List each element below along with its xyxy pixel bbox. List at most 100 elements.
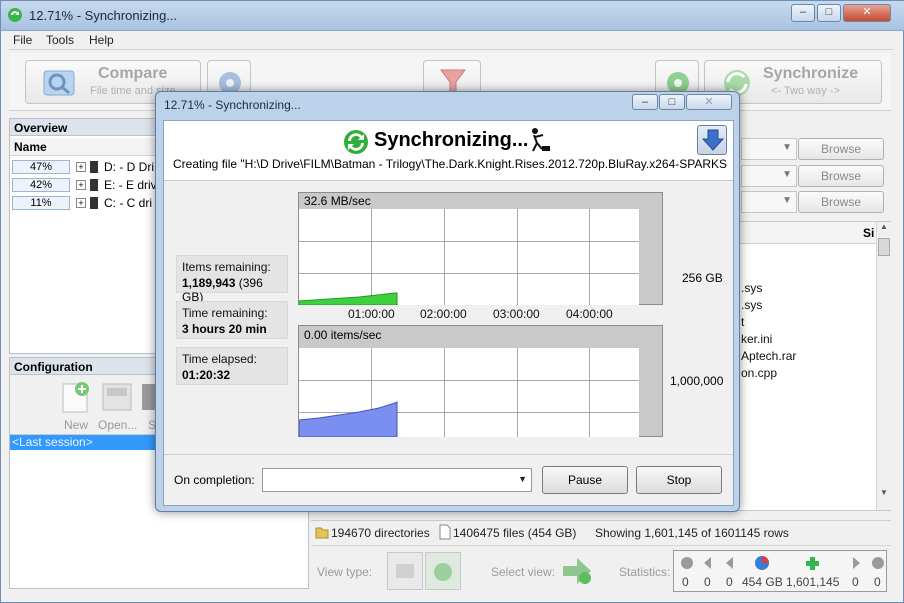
new-config-button[interactable]: New	[56, 380, 94, 432]
scroll-down-icon[interactable]: ▼	[877, 488, 891, 502]
menu-help[interactable]: Help	[89, 33, 114, 47]
file-icon	[439, 524, 451, 540]
expand-icon[interactable]: +	[76, 162, 86, 172]
file-row[interactable]: ker.ini	[741, 332, 772, 346]
drive-percent: 11%	[12, 196, 70, 210]
items-remaining-label: Items remaining:	[182, 260, 271, 274]
file-row[interactable]: .sys	[741, 281, 762, 295]
stat-create-right: 0	[874, 575, 881, 589]
drive-icon	[90, 161, 98, 173]
grid-header: Si	[735, 222, 876, 244]
drive-label: E: - E driv	[104, 178, 157, 192]
time-elapsed-box: Time elapsed: 01:20:32	[176, 347, 288, 385]
time-tick: 03:00:00	[493, 307, 540, 321]
folder-combo[interactable]: ▼	[741, 191, 797, 213]
total-bytes-label: 256 GB	[682, 271, 723, 285]
statistics-box: 0 0 0 454 GB 1,601,145 0 0	[673, 550, 887, 592]
stat-update-left: 0	[704, 575, 711, 589]
view-type-compare-button[interactable]	[387, 552, 423, 590]
select-arrow-icon	[563, 558, 591, 584]
window-title: 12.71% - Synchronizing...	[29, 8, 178, 23]
items-rate-label: 0.00 items/sec	[304, 328, 382, 342]
minimize-button[interactable]: –	[791, 4, 815, 22]
dialog-header: Synchronizing... Creating file "H:\D Dri…	[164, 121, 733, 181]
time-elapsed-label: Time elapsed:	[182, 352, 257, 366]
bottom-bar: View type: Select view: Statistics: 0 0 …	[311, 545, 891, 595]
sync-icon	[344, 130, 368, 154]
browse-button[interactable]: Browse	[798, 138, 884, 160]
open-config-button[interactable]: Open...	[98, 380, 138, 432]
menu-tools[interactable]: Tools	[46, 33, 74, 47]
folder-combo[interactable]: ▼	[741, 138, 797, 160]
current-operation-text: Creating file "H:\D Drive\FILM\Batman - …	[173, 157, 729, 171]
dialog-maximize-button[interactable]: □	[659, 94, 685, 110]
stop-button[interactable]: Stop	[636, 466, 722, 494]
new-label: New	[64, 418, 89, 432]
browse-button[interactable]: Browse	[798, 165, 884, 187]
sync-progress-dialog: 12.71% - Synchronizing... – □ ✕ Synchron…	[155, 91, 740, 512]
open-icon	[102, 383, 132, 411]
menu-bar: File Tools Help	[9, 32, 893, 50]
expand-icon[interactable]: +	[76, 198, 86, 208]
rows-shown: Showing 1,601,145 of 1601145 rows	[595, 526, 789, 540]
items-progress-area	[299, 401, 398, 437]
worker-icon	[532, 128, 550, 152]
compare-label: Compare	[98, 65, 168, 82]
chevron-down-icon[interactable]: ▼	[518, 474, 527, 484]
items-plot-area	[299, 348, 639, 437]
scroll-up-icon[interactable]: ▲	[877, 222, 891, 236]
dialog-title: 12.71% - Synchronizing...	[164, 98, 301, 112]
select-view-button[interactable]	[559, 552, 597, 590]
main-titlebar: 12.71% - Synchronizing... – □ ✕	[1, 1, 904, 31]
magnifier-icon	[43, 70, 75, 96]
folder-combo[interactable]: ▼	[741, 165, 797, 187]
on-completion-combo[interactable]: ▼	[262, 468, 532, 492]
expand-icon[interactable]: +	[76, 180, 86, 190]
stat-rows: 1,601,145	[786, 575, 840, 589]
grid-scrollbar[interactable]: ▲ ▼	[876, 222, 891, 510]
bytes-plot-area	[299, 209, 639, 305]
dialog-close-button[interactable]: ✕	[686, 94, 732, 110]
file-row[interactable]: Aptech.rar	[741, 349, 796, 363]
items-remaining-value: 1,189,943	[182, 276, 236, 290]
time-tick: 04:00:00	[566, 307, 613, 321]
maximize-button[interactable]: □	[817, 4, 841, 22]
scroll-thumb[interactable]	[878, 238, 890, 256]
size-column-header[interactable]: Si	[863, 226, 874, 240]
drive-icon	[90, 179, 98, 191]
compare-view-icon	[396, 564, 414, 578]
file-row[interactable]: .sys	[741, 298, 762, 312]
view-type-label: View type:	[317, 565, 373, 579]
time-elapsed-value: 01:20:32	[182, 368, 231, 382]
pause-button[interactable]: Pause	[542, 466, 628, 494]
dialog-body: Synchronizing... Creating file "H:\D Dri…	[163, 120, 734, 506]
browse-button[interactable]: Browse	[798, 191, 884, 213]
items-progress-chart	[299, 401, 398, 437]
speed-label: 32.6 MB/sec	[304, 194, 371, 208]
items-graph: 0.00 items/sec	[298, 325, 663, 437]
items-remaining-box: Items remaining: 1,189,943 (396 GB)	[176, 255, 288, 304]
open-label: Open...	[98, 418, 138, 432]
drive-percent: 42%	[12, 178, 70, 192]
file-row[interactable]: on.cpp	[741, 366, 777, 380]
drive-label: D: - D Dri	[104, 160, 154, 174]
synchronize-sub: <- Two way ->	[771, 85, 840, 97]
bytes-progress-chart	[299, 292, 398, 305]
time-tick: 01:00:00	[348, 307, 395, 321]
menu-file[interactable]: File	[13, 33, 32, 47]
minimize-to-tray-button[interactable]	[697, 125, 727, 155]
app-icon	[8, 8, 22, 22]
view-type-sync-button[interactable]	[425, 552, 461, 590]
stat-update-right: 0	[852, 575, 859, 589]
close-button[interactable]: ✕	[843, 4, 891, 22]
dialog-minimize-button[interactable]: –	[632, 94, 658, 110]
file-row[interactable]: t	[741, 315, 744, 329]
drive-icon	[90, 197, 98, 209]
dialog-heading: Synchronizing...	[374, 129, 529, 151]
files-count: 1406475 files (454 GB)	[453, 526, 577, 540]
on-completion-label: On completion:	[174, 473, 255, 487]
items-remaining-values: 1,189,943 (396 GB)	[182, 276, 282, 304]
bytes-graph: 32.6 MB/sec	[298, 192, 663, 305]
drive-label: C: - C dri	[104, 196, 152, 210]
statistics-label: Statistics:	[619, 565, 671, 579]
